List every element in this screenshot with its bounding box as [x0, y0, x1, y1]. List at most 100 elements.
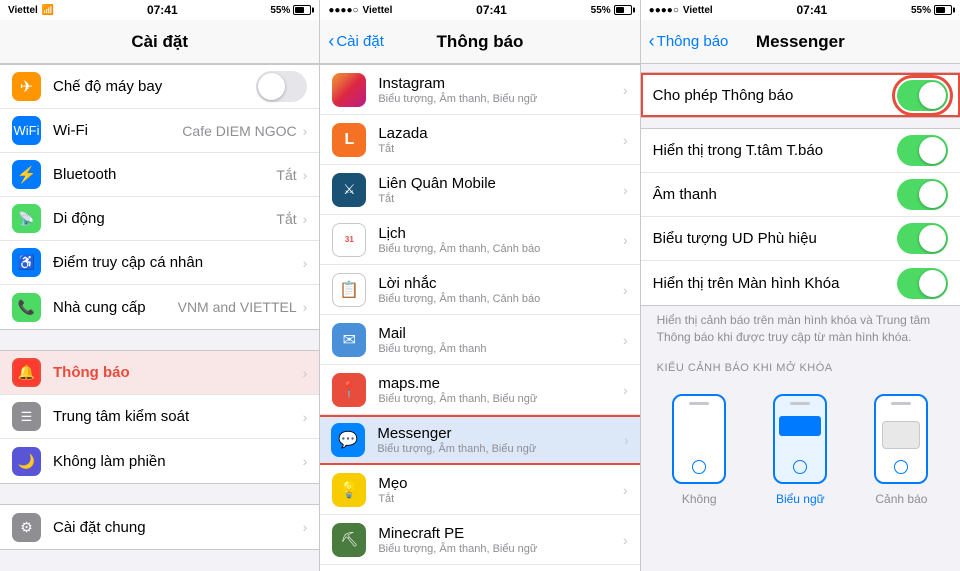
status-right-3: 55% [911, 5, 952, 16]
row-value-wifi: Cafe DIEM NGOC [182, 123, 296, 139]
row-mobile[interactable]: 📡 Di động Tắt › [0, 197, 319, 241]
row-general[interactable]: ⚙ Cài đặt chung › [0, 505, 319, 549]
row-content-wifi: Wi-Fi [53, 114, 182, 147]
signal-2: ●●●●○ [328, 5, 358, 16]
row-carrier[interactable]: 📞 Nhà cung cấp VNM and VIETTEL › [0, 285, 319, 329]
row-airplane[interactable]: ✈ Chế độ máy bay [0, 65, 319, 109]
app-row-mapsme[interactable]: 📍 maps.me Biểu tượng, Âm thanh, Biểu ngữ… [320, 365, 639, 415]
lock-screen-label: Hiển thị trên Màn hình Khóa [653, 275, 897, 292]
row-content-general: Cài đặt chung [53, 511, 303, 544]
row-access[interactable]: ♿ Điểm truy cập cá nhân › [0, 241, 319, 285]
row-value-carrier: VNM and VIETTEL [178, 299, 297, 315]
chevron-wifi: › [303, 123, 308, 139]
app-row-momo[interactable]: Mo MoMo Biểu tượng, Âm thanh, Biểu ngữ › [320, 565, 639, 571]
app-name-minecraft: Minecraft PE [378, 525, 623, 542]
row-bluetooth[interactable]: ⚡ Bluetooth Tắt › [0, 153, 319, 197]
app-desc-mapsme: Biểu tượng, Âm thanh, Biểu ngữ [378, 393, 623, 405]
row-title-general: Cài đặt chung [53, 519, 303, 536]
app-desc-minecraft: Biểu tượng, Âm thanh, Biểu ngữ [378, 543, 623, 555]
row-notif[interactable]: 🔔 Thông báo › [0, 351, 319, 395]
chevron-mobile: › [303, 211, 308, 227]
battery-label-2: 55% [591, 5, 611, 16]
status-bar-1: Viettel 📶 07:41 55% [0, 0, 319, 20]
row-allow-notif[interactable]: Cho phép Thông báo [641, 73, 960, 117]
notch-none [689, 402, 709, 405]
back-arrow-3: ‹ [649, 31, 655, 52]
row-content-carrier: Nhà cung cấp [53, 291, 178, 324]
dnd-icon: 🌙 [12, 447, 41, 476]
row-title-airplane: Chế độ máy bay [53, 78, 256, 95]
row-title-bluetooth: Bluetooth [53, 166, 276, 183]
toggle-allow-notif[interactable] [897, 80, 948, 111]
app-icon-lazada: L [332, 123, 366, 157]
toggle-sounds[interactable] [897, 179, 948, 210]
row-title-control: Trung tâm kiểm soát [53, 408, 303, 425]
app-desc-lazada: Tắt [378, 143, 623, 155]
row-wifi[interactable]: WiFi Wi-Fi Cafe DIEM NGOC › [0, 109, 319, 153]
app-info-mapsme: maps.me Biểu tượng, Âm thanh, Biểu ngữ [378, 375, 623, 405]
access-icon: ♿ [12, 248, 41, 277]
app-desc-mail: Biểu tượng, Âm thanh [378, 343, 623, 355]
signal-3: ●●●●○ [649, 5, 679, 16]
scroll-content-3[interactable]: Cho phép Thông báo Hiển thị trong T.tâm … [641, 64, 960, 571]
row-lock-screen[interactable]: Hiển thị trên Màn hình Khóa [641, 261, 960, 305]
alert-style-alert[interactable]: Cảnh báo [874, 394, 928, 506]
chevron-dnd: › [303, 453, 308, 469]
app-row-meo[interactable]: 💡 Mẹo Tắt › [320, 465, 639, 515]
app-name-lienquan: Liên Quân Mobile [378, 175, 623, 192]
toggle-badge[interactable] [897, 223, 948, 254]
panel-messenger: ●●●●○ Viettel 07:41 55% ‹ Thông báo Mess… [641, 0, 960, 571]
settings-group-connectivity: ✈ Chế độ máy bay WiFi Wi-Fi Cafe DIEM NG… [0, 64, 319, 330]
alert-label-alert: Cảnh báo [875, 492, 927, 506]
row-sounds[interactable]: Âm thanh [641, 173, 960, 217]
row-badge[interactable]: Biểu tượng UD Phù hiệu [641, 217, 960, 261]
row-dnd[interactable]: 🌙 Không làm phiền › [0, 439, 319, 483]
time-3: 07:41 [796, 3, 827, 17]
alert-label-banner: Biểu ngữ [776, 492, 825, 506]
row-control[interactable]: ☰ Trung tâm kiểm soát › [0, 395, 319, 439]
nav-back-2[interactable]: ‹ Cài đặt [328, 31, 384, 52]
app-row-mail[interactable]: ✉ Mail Biểu tượng, Âm thanh › [320, 315, 639, 365]
settings-group-general: ⚙ Cài đặt chung › [0, 504, 319, 550]
row-content-mobile: Di động [53, 202, 276, 235]
panel-notifications: ●●●●○ Viettel 07:41 55% ‹ Cài đặt Thông … [320, 0, 640, 571]
app-row-lienquan[interactable]: ⚔ Liên Quân Mobile Tắt › [320, 165, 639, 215]
app-row-lazada[interactable]: L Lazada Tắt › [320, 115, 639, 165]
status-bar-2: ●●●●○ Viettel 07:41 55% [320, 0, 639, 20]
home-none [692, 460, 706, 474]
app-icon-mapsme: 📍 [332, 373, 366, 407]
nav-title-3: Messenger [756, 32, 845, 52]
app-name-mapsme: maps.me [378, 375, 623, 392]
app-info-minecraft: Minecraft PE Biểu tượng, Âm thanh, Biểu … [378, 525, 623, 555]
alert-style-banner[interactable]: Biểu ngữ [773, 394, 827, 506]
app-info-lienquan: Liên Quân Mobile Tắt [378, 175, 623, 205]
battery-icon-2 [614, 5, 632, 15]
app-name-lazada: Lazada [378, 125, 623, 142]
panel-settings: Viettel 📶 07:41 55% Cài đặt ✈ Chế độ máy… [0, 0, 320, 571]
apps-list: Instagram Biểu tượng, Âm thanh, Biểu ngữ… [320, 64, 639, 571]
toggle-lock-screen[interactable] [897, 268, 948, 299]
row-content-access: Điểm truy cập cá nhân [53, 246, 303, 279]
home-alert [894, 460, 908, 474]
app-row-lich[interactable]: 31 Lịch Biểu tượng, Âm thanh, Cảnh báo › [320, 215, 639, 265]
app-row-minecraft[interactable]: ⛏ Minecraft PE Biểu tượng, Âm thanh, Biể… [320, 515, 639, 565]
app-desc-reminder: Biểu tượng, Âm thanh, Cảnh báo [378, 293, 623, 305]
app-info-lich: Lịch Biểu tượng, Âm thanh, Cảnh báo [378, 225, 623, 255]
scroll-content-2[interactable]: Instagram Biểu tượng, Âm thanh, Biểu ngữ… [320, 64, 639, 571]
scroll-content-1[interactable]: ✈ Chế độ máy bay WiFi Wi-Fi Cafe DIEM NG… [0, 64, 319, 571]
nav-back-3[interactable]: ‹ Thông báo [649, 31, 729, 52]
toggle-airplane[interactable] [256, 71, 307, 102]
chevron-minecraft: › [623, 532, 628, 548]
app-icon-instagram [332, 73, 366, 107]
app-row-reminder[interactable]: 📋 Lời nhắc Biểu tượng, Âm thanh, Cảnh bá… [320, 265, 639, 315]
nav-bar-2: ‹ Cài đặt Thông báo [320, 20, 639, 64]
app-row-instagram[interactable]: Instagram Biểu tượng, Âm thanh, Biểu ngữ… [320, 65, 639, 115]
chevron-bluetooth: › [303, 167, 308, 183]
row-notification-center[interactable]: Hiển thị trong T.tâm T.báo [641, 129, 960, 173]
allow-notif-label: Cho phép Thông báo [653, 87, 897, 104]
carrier-2: Viettel [363, 5, 393, 16]
app-info-meo: Mẹo Tắt [378, 475, 623, 505]
app-row-messenger[interactable]: 💬 Messenger Biểu tượng, Âm thanh, Biểu n… [320, 415, 639, 465]
alert-style-none[interactable]: Không [672, 394, 726, 506]
toggle-notif-center[interactable] [897, 135, 948, 166]
